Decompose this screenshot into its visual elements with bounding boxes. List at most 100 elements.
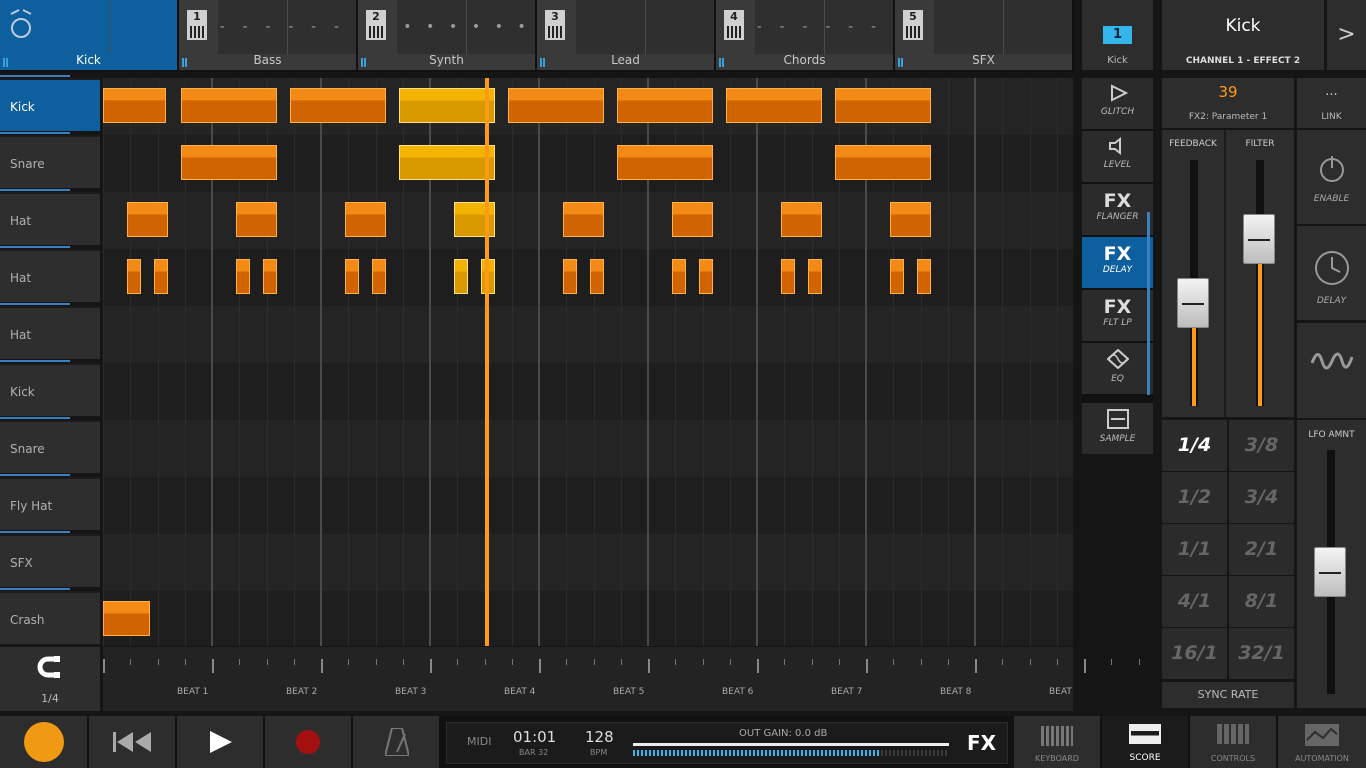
note-block[interactable] bbox=[103, 88, 167, 123]
track-sfx[interactable]: ___________ 5 SFX bbox=[895, 0, 1072, 70]
note-block[interactable] bbox=[181, 145, 278, 180]
rewind-button[interactable] bbox=[89, 716, 175, 768]
note-block[interactable] bbox=[399, 88, 496, 123]
note-block[interactable] bbox=[808, 259, 823, 294]
power-button[interactable]: ENABLE bbox=[1297, 130, 1366, 224]
note-block[interactable] bbox=[835, 145, 932, 180]
note-block[interactable] bbox=[399, 145, 496, 180]
note-block[interactable] bbox=[780, 259, 796, 294]
note-block[interactable] bbox=[671, 259, 687, 294]
sync-rate-1-1[interactable]: 1/1 bbox=[1162, 524, 1227, 575]
app-menu-button[interactable] bbox=[0, 716, 87, 768]
track-lane[interactable] bbox=[39, 0, 177, 54]
metronome-button[interactable] bbox=[353, 716, 439, 768]
row-hat[interactable]: Hat bbox=[0, 303, 100, 359]
sync-rate-3-4[interactable]: 3/4 bbox=[1229, 472, 1294, 523]
note-block[interactable] bbox=[562, 259, 578, 294]
track-lane[interactable]: - - - - - - - - - bbox=[755, 0, 893, 54]
row-kick[interactable]: Kick bbox=[0, 360, 100, 416]
slider-thumb[interactable] bbox=[1243, 213, 1275, 264]
note-block[interactable] bbox=[154, 259, 169, 294]
track-chords[interactable]: - - - - - - - - - 4 Chords bbox=[716, 0, 893, 70]
fx-button-sample[interactable]: SAMPLE bbox=[1082, 403, 1153, 454]
record-button[interactable] bbox=[265, 716, 351, 768]
fx-button-level[interactable]: LEVEL bbox=[1082, 131, 1153, 182]
track-lane[interactable]: - - - - - - - - bbox=[218, 0, 356, 54]
lfo-slider-track[interactable] bbox=[1314, 450, 1346, 694]
note-block[interactable] bbox=[617, 145, 714, 180]
slider-track[interactable] bbox=[1243, 160, 1275, 406]
sync-rate-16-1[interactable]: 16/1 bbox=[1162, 628, 1227, 679]
row-kick[interactable]: Kick bbox=[0, 75, 100, 131]
pattern-grid[interactable] bbox=[103, 78, 1073, 646]
track-lane[interactable]: • • • • • • bbox=[397, 0, 535, 54]
note-block[interactable] bbox=[562, 202, 605, 237]
track-lane[interactable]: ___________ bbox=[934, 0, 1072, 54]
note-block[interactable] bbox=[344, 259, 360, 294]
note-block[interactable] bbox=[590, 259, 605, 294]
note-block[interactable] bbox=[103, 601, 151, 636]
note-block[interactable] bbox=[453, 202, 496, 237]
fx-button[interactable]: FX bbox=[967, 731, 996, 755]
link-button[interactable]: ... LINK bbox=[1297, 78, 1366, 128]
row-crash[interactable]: Crash bbox=[0, 588, 100, 644]
effect-scrollbar[interactable] bbox=[1147, 212, 1150, 395]
note-block[interactable] bbox=[344, 202, 387, 237]
fx-button-flanger[interactable]: FX FLANGER bbox=[1082, 184, 1153, 235]
lfo-slider-thumb[interactable] bbox=[1314, 547, 1346, 597]
sync-rate-1-4[interactable]: 1/4 bbox=[1162, 420, 1227, 471]
sync-rate-2-1[interactable]: 2/1 bbox=[1229, 524, 1294, 575]
note-block[interactable] bbox=[889, 202, 932, 237]
keyboard-tab[interactable]: KEYBOARD bbox=[1014, 716, 1100, 768]
row-snare[interactable]: Snare bbox=[0, 417, 100, 473]
track-lead[interactable]: _ _ _ _ _ _ _ _ 3 Lead bbox=[537, 0, 714, 70]
row-snare[interactable]: Snare bbox=[0, 132, 100, 188]
note-block[interactable] bbox=[235, 202, 278, 237]
note-block[interactable] bbox=[290, 88, 387, 123]
row-hat[interactable]: Hat bbox=[0, 246, 100, 302]
note-block[interactable] bbox=[617, 88, 714, 123]
clock-button[interactable]: DELAY bbox=[1297, 226, 1366, 320]
note-block[interactable] bbox=[235, 259, 251, 294]
note-block[interactable] bbox=[126, 259, 142, 294]
controls-tab[interactable]: CONTROLS bbox=[1190, 716, 1276, 768]
track-bass[interactable]: - - - - - - - - 1 Bass bbox=[179, 0, 356, 70]
note-block[interactable] bbox=[726, 88, 823, 123]
track-lane[interactable]: _ _ _ _ _ _ _ _ bbox=[576, 0, 714, 54]
sync-rate-32-1[interactable]: 32/1 bbox=[1229, 628, 1294, 679]
sync-rate-4-1[interactable]: 4/1 bbox=[1162, 576, 1227, 627]
note-block[interactable] bbox=[372, 259, 387, 294]
note-block[interactable] bbox=[453, 259, 469, 294]
fx-button-delay[interactable]: FX DELAY bbox=[1082, 237, 1153, 288]
row-sfx[interactable]: SFX bbox=[0, 531, 100, 587]
channel-selector[interactable]: 1 Kick bbox=[1082, 0, 1153, 70]
note-block[interactable] bbox=[699, 259, 714, 294]
note-block[interactable] bbox=[263, 259, 278, 294]
row-fly-hat[interactable]: Fly Hat bbox=[0, 474, 100, 530]
timeline-ruler[interactable]: BEAT 1 BEAT 2 BEAT 3 BEAT 4 BEAT 5 BEAT 6 BEAT… bbox=[103, 647, 1167, 711]
lfo-wave-button[interactable] bbox=[1297, 323, 1366, 418]
snap-button[interactable]: 1/4 bbox=[0, 647, 100, 711]
bpm-value[interactable]: 128 bbox=[585, 728, 614, 746]
next-button[interactable]: > bbox=[1327, 0, 1366, 70]
automation-tab[interactable]: AUTOMATION bbox=[1278, 716, 1366, 768]
note-block[interactable] bbox=[835, 88, 932, 123]
instrument-title[interactable]: Kick CHANNEL 1 - EFFECT 2 bbox=[1162, 0, 1324, 70]
parameter-display[interactable]: 39 FX2: Parameter 1 bbox=[1162, 78, 1294, 128]
fx-button-flt-lp[interactable]: FX FLT LP bbox=[1082, 290, 1153, 341]
sync-rate-1-2[interactable]: 1/2 bbox=[1162, 472, 1227, 523]
fx-button-eq[interactable]: EQ bbox=[1082, 343, 1153, 394]
fx-button-glitch[interactable]: GLITCH bbox=[1082, 78, 1153, 129]
playhead[interactable] bbox=[485, 78, 489, 646]
note-block[interactable] bbox=[126, 202, 169, 237]
slider-thumb[interactable] bbox=[1177, 277, 1209, 328]
track-synth[interactable]: • • • • • • 2 Synth bbox=[358, 0, 535, 70]
note-block[interactable] bbox=[181, 88, 278, 123]
play-button[interactable] bbox=[177, 716, 263, 768]
sync-rate-3-8[interactable]: 3/8 bbox=[1229, 420, 1294, 471]
note-block[interactable] bbox=[889, 259, 905, 294]
row-hat[interactable]: Hat bbox=[0, 189, 100, 245]
note-block[interactable] bbox=[917, 259, 932, 294]
score-tab[interactable]: SCORE bbox=[1102, 716, 1188, 768]
note-block[interactable] bbox=[780, 202, 823, 237]
